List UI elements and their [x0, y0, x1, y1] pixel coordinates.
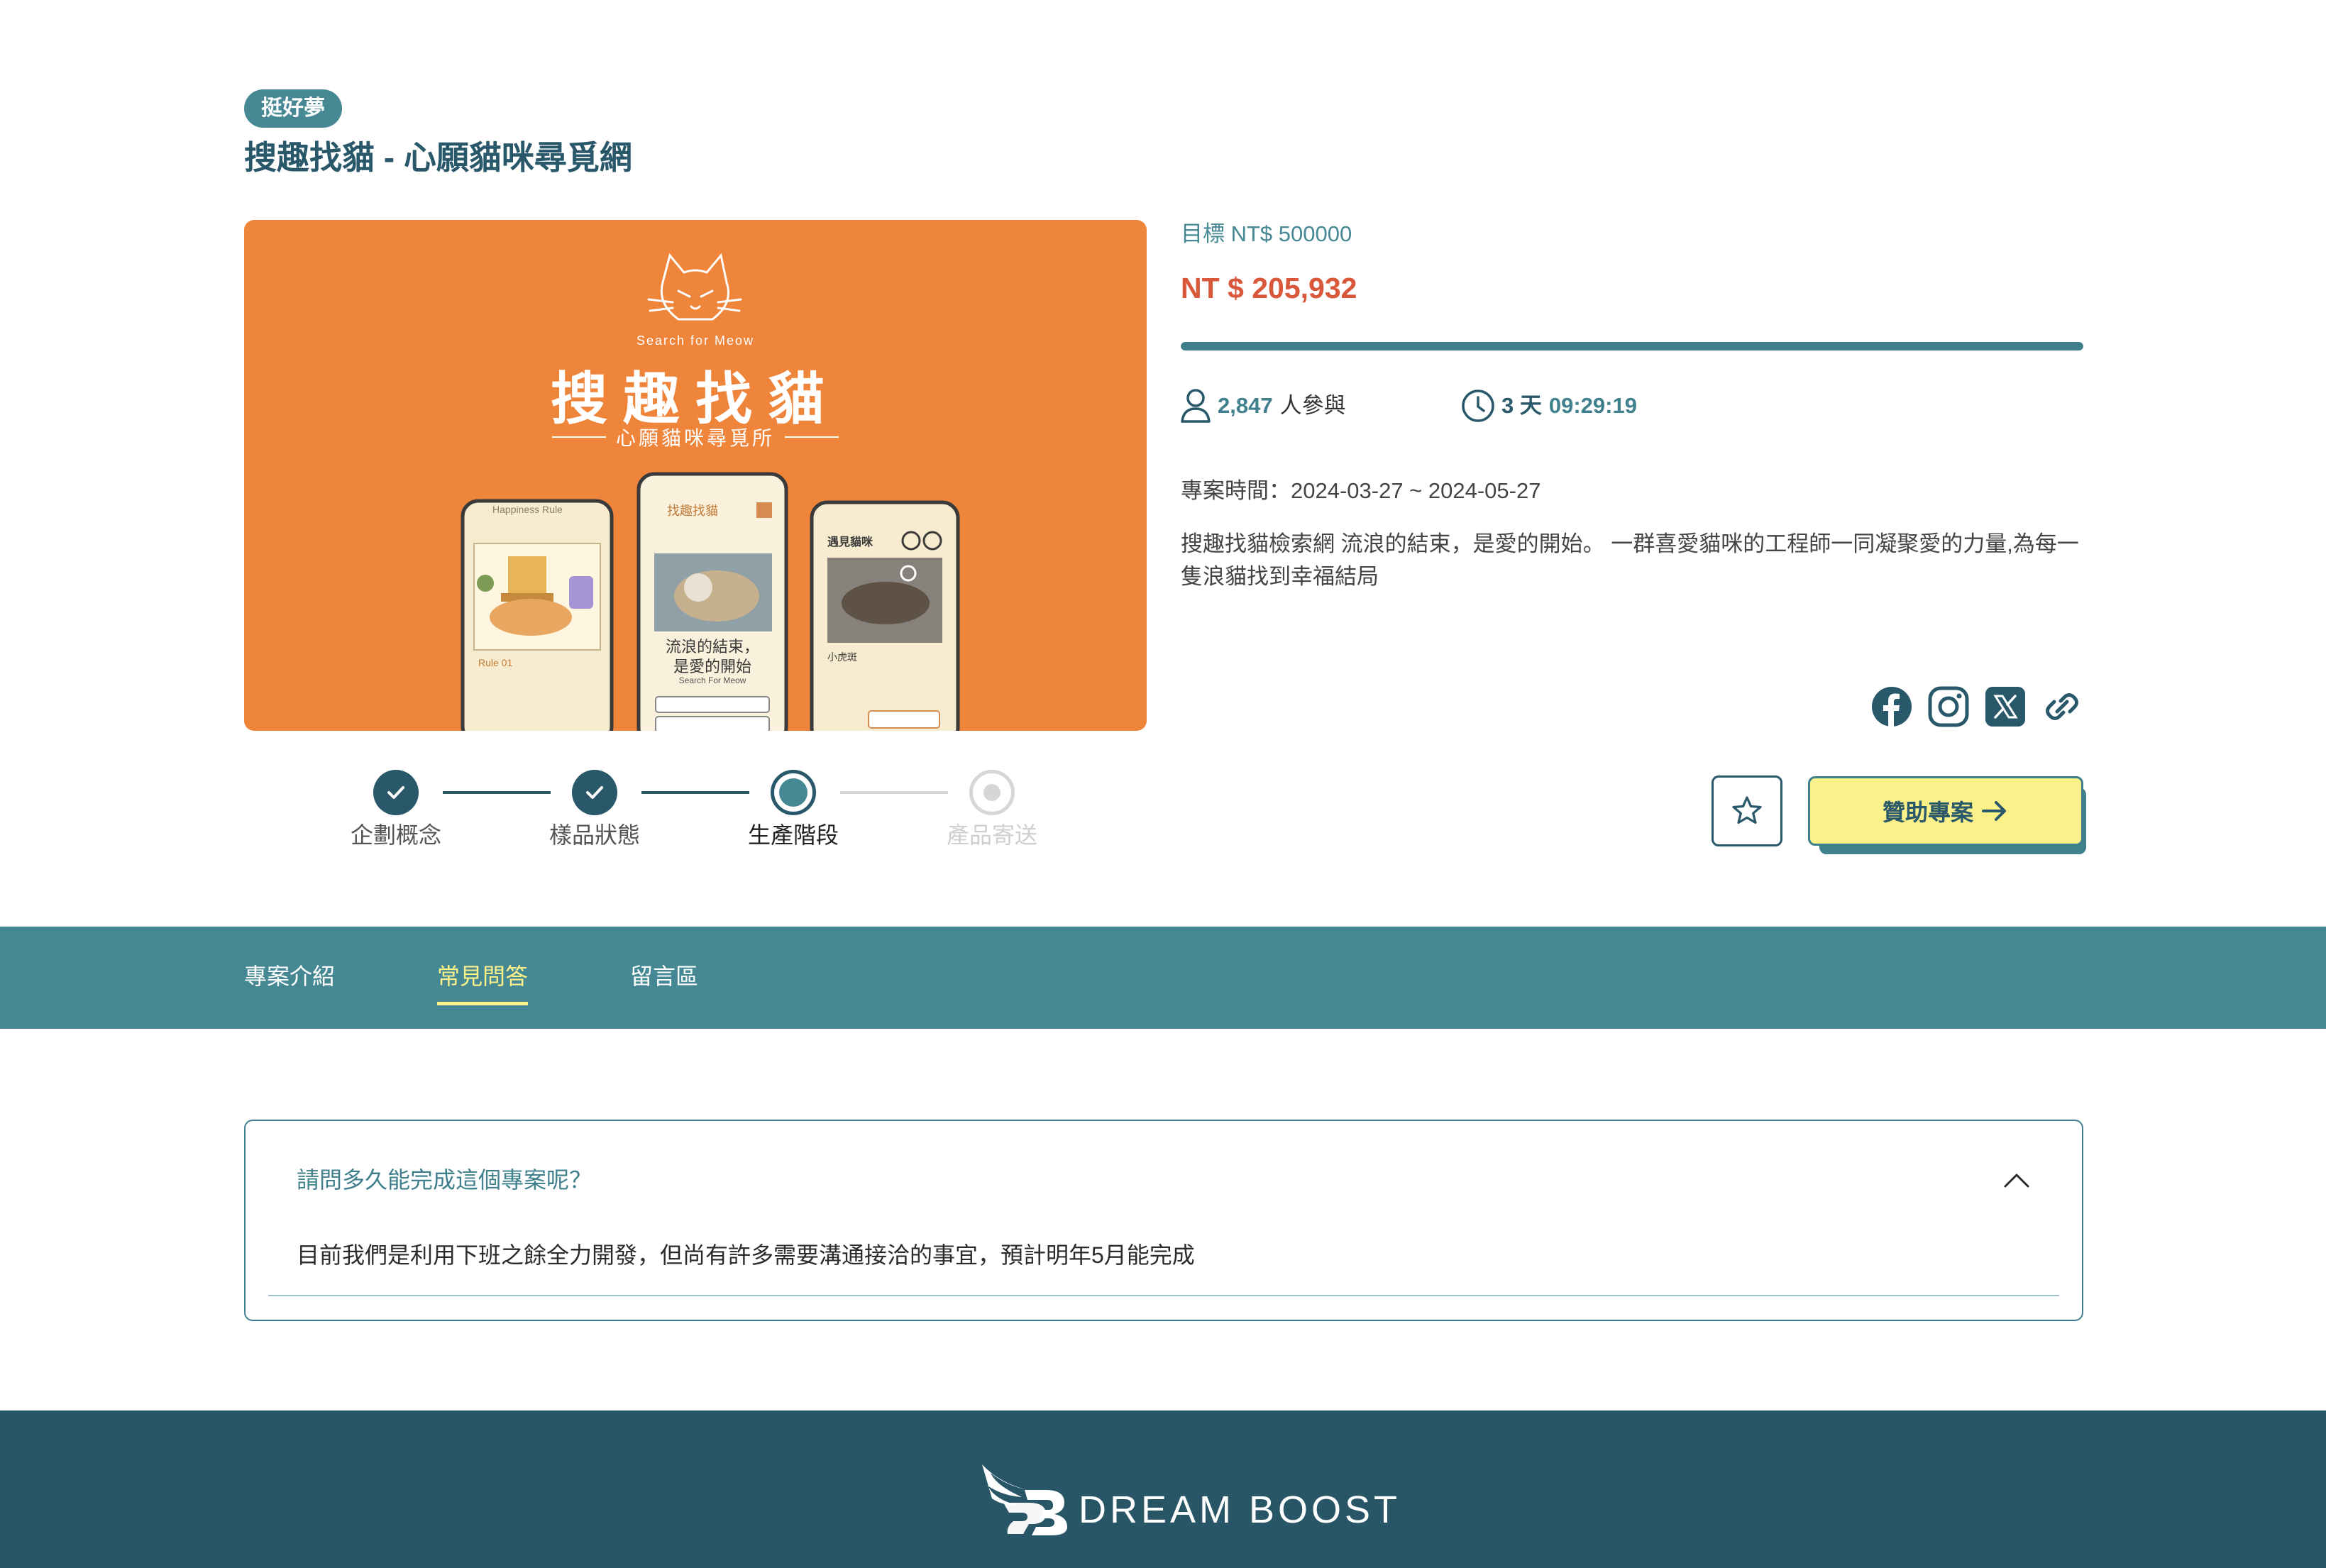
instagram-icon[interactable] — [1927, 685, 1970, 728]
faq-item — [244, 1120, 2083, 1321]
phone-middle-line2: 是愛的開始 — [673, 658, 751, 676]
project-period: 專案時間：2024-03-27 ~ 2024-05-27 — [1181, 478, 1541, 503]
stepper-connector — [641, 791, 749, 794]
time-left-stat: 3 天 09:29:19 — [1460, 386, 1637, 426]
active-tab-indicator — [437, 1002, 528, 1005]
phone-left-header: Happiness Rule — [492, 504, 563, 515]
tab-faq[interactable]: 常見問答 — [437, 959, 528, 993]
faq-answer: 目前我們是利用下班之餘全力開發，但尚有許多需要溝通接洽的事宜，預計明年5月能完成 — [297, 1242, 1195, 1268]
chevron-up-icon[interactable] — [2001, 1166, 2032, 1195]
phone-right-name: 小虎斑 — [827, 651, 857, 663]
phone-middle-en: Search For Meow — [678, 675, 746, 685]
phone-middle-brand: 找趣找貓 — [667, 504, 718, 518]
star-icon — [1732, 796, 1762, 824]
project-description: 搜趣找貓檢索網 流浪的結束，是愛的開始。 一群喜愛貓咪的工程師一同凝聚愛的力量,… — [1181, 531, 2079, 589]
step-label: 生產階段 — [747, 822, 839, 848]
funding-goal: 目標 NT$ 500000 — [1181, 221, 1352, 246]
favorite-button[interactable] — [1712, 775, 1782, 846]
tab-project-intro[interactable]: 專案介紹 — [244, 959, 335, 993]
footer-brand-name: DREAM BOOST — [1079, 1489, 1401, 1531]
project-category-tag[interactable]: 挺好夢 — [244, 89, 342, 128]
project-cover-image: Search for Meow 搜趣找貓 心願貓咪尋覓所 Happiness R… — [244, 220, 1147, 731]
phone-left-rule: Rule 01 — [478, 657, 513, 668]
step-pending-icon — [969, 770, 1015, 815]
clock-icon — [1462, 390, 1494, 422]
stepper-connector — [443, 791, 551, 794]
project-title: 搜趣找貓 - 心願貓咪尋覓網 — [244, 139, 632, 176]
funding-progress-bar — [1181, 342, 2083, 350]
step-label: 產品寄送 — [946, 822, 1037, 848]
cat-logo-icon — [647, 253, 742, 321]
step-done-icon — [373, 770, 419, 815]
days-left: 3 天 — [1501, 393, 1542, 418]
phone-right-header: 遇見貓咪 — [827, 536, 873, 548]
stepper-connector — [840, 791, 948, 794]
sponsor-button-label: 贊助專案 — [1882, 800, 1973, 825]
funding-progress-fill — [1181, 342, 2083, 350]
facebook-icon[interactable] — [1870, 685, 1913, 728]
cover-subtitle-en: Search for Meow — [636, 333, 755, 348]
participants-stat: 2,847 人參與 — [1179, 386, 1346, 426]
step-current-icon — [771, 770, 816, 815]
participants-suffix: 人參與 — [1279, 393, 1346, 418]
person-icon — [1181, 389, 1211, 423]
step-label: 樣品狀態 — [549, 822, 640, 848]
section-tab-bar — [0, 927, 2326, 1029]
link-icon[interactable] — [2041, 685, 2083, 728]
participants-count: 2,847 — [1218, 393, 1273, 418]
faq-divider — [268, 1295, 2059, 1296]
cover-subtitle-text: 心願貓咪尋覓所 — [615, 427, 775, 449]
tab-comments[interactable]: 留言區 — [630, 959, 698, 993]
phone-mockup-left — [461, 499, 614, 731]
step-done-icon — [572, 770, 617, 815]
faq-question[interactable]: 請問多久能完成這個專案呢？ — [297, 1164, 592, 1196]
arrow-right-icon — [1982, 801, 2006, 821]
dream-boost-logo[interactable] — [978, 1462, 1069, 1537]
cover-subtitle: 心願貓咪尋覓所 — [244, 423, 1147, 451]
step-label: 企劃概念 — [350, 822, 441, 848]
funding-raised-amount: NT $ 205,932 — [1181, 272, 1357, 304]
sponsor-button[interactable]: 贊助專案 — [1808, 776, 2083, 846]
time-left-clock: 09:29:19 — [1548, 393, 1637, 418]
x-icon[interactable] — [1984, 685, 2027, 728]
